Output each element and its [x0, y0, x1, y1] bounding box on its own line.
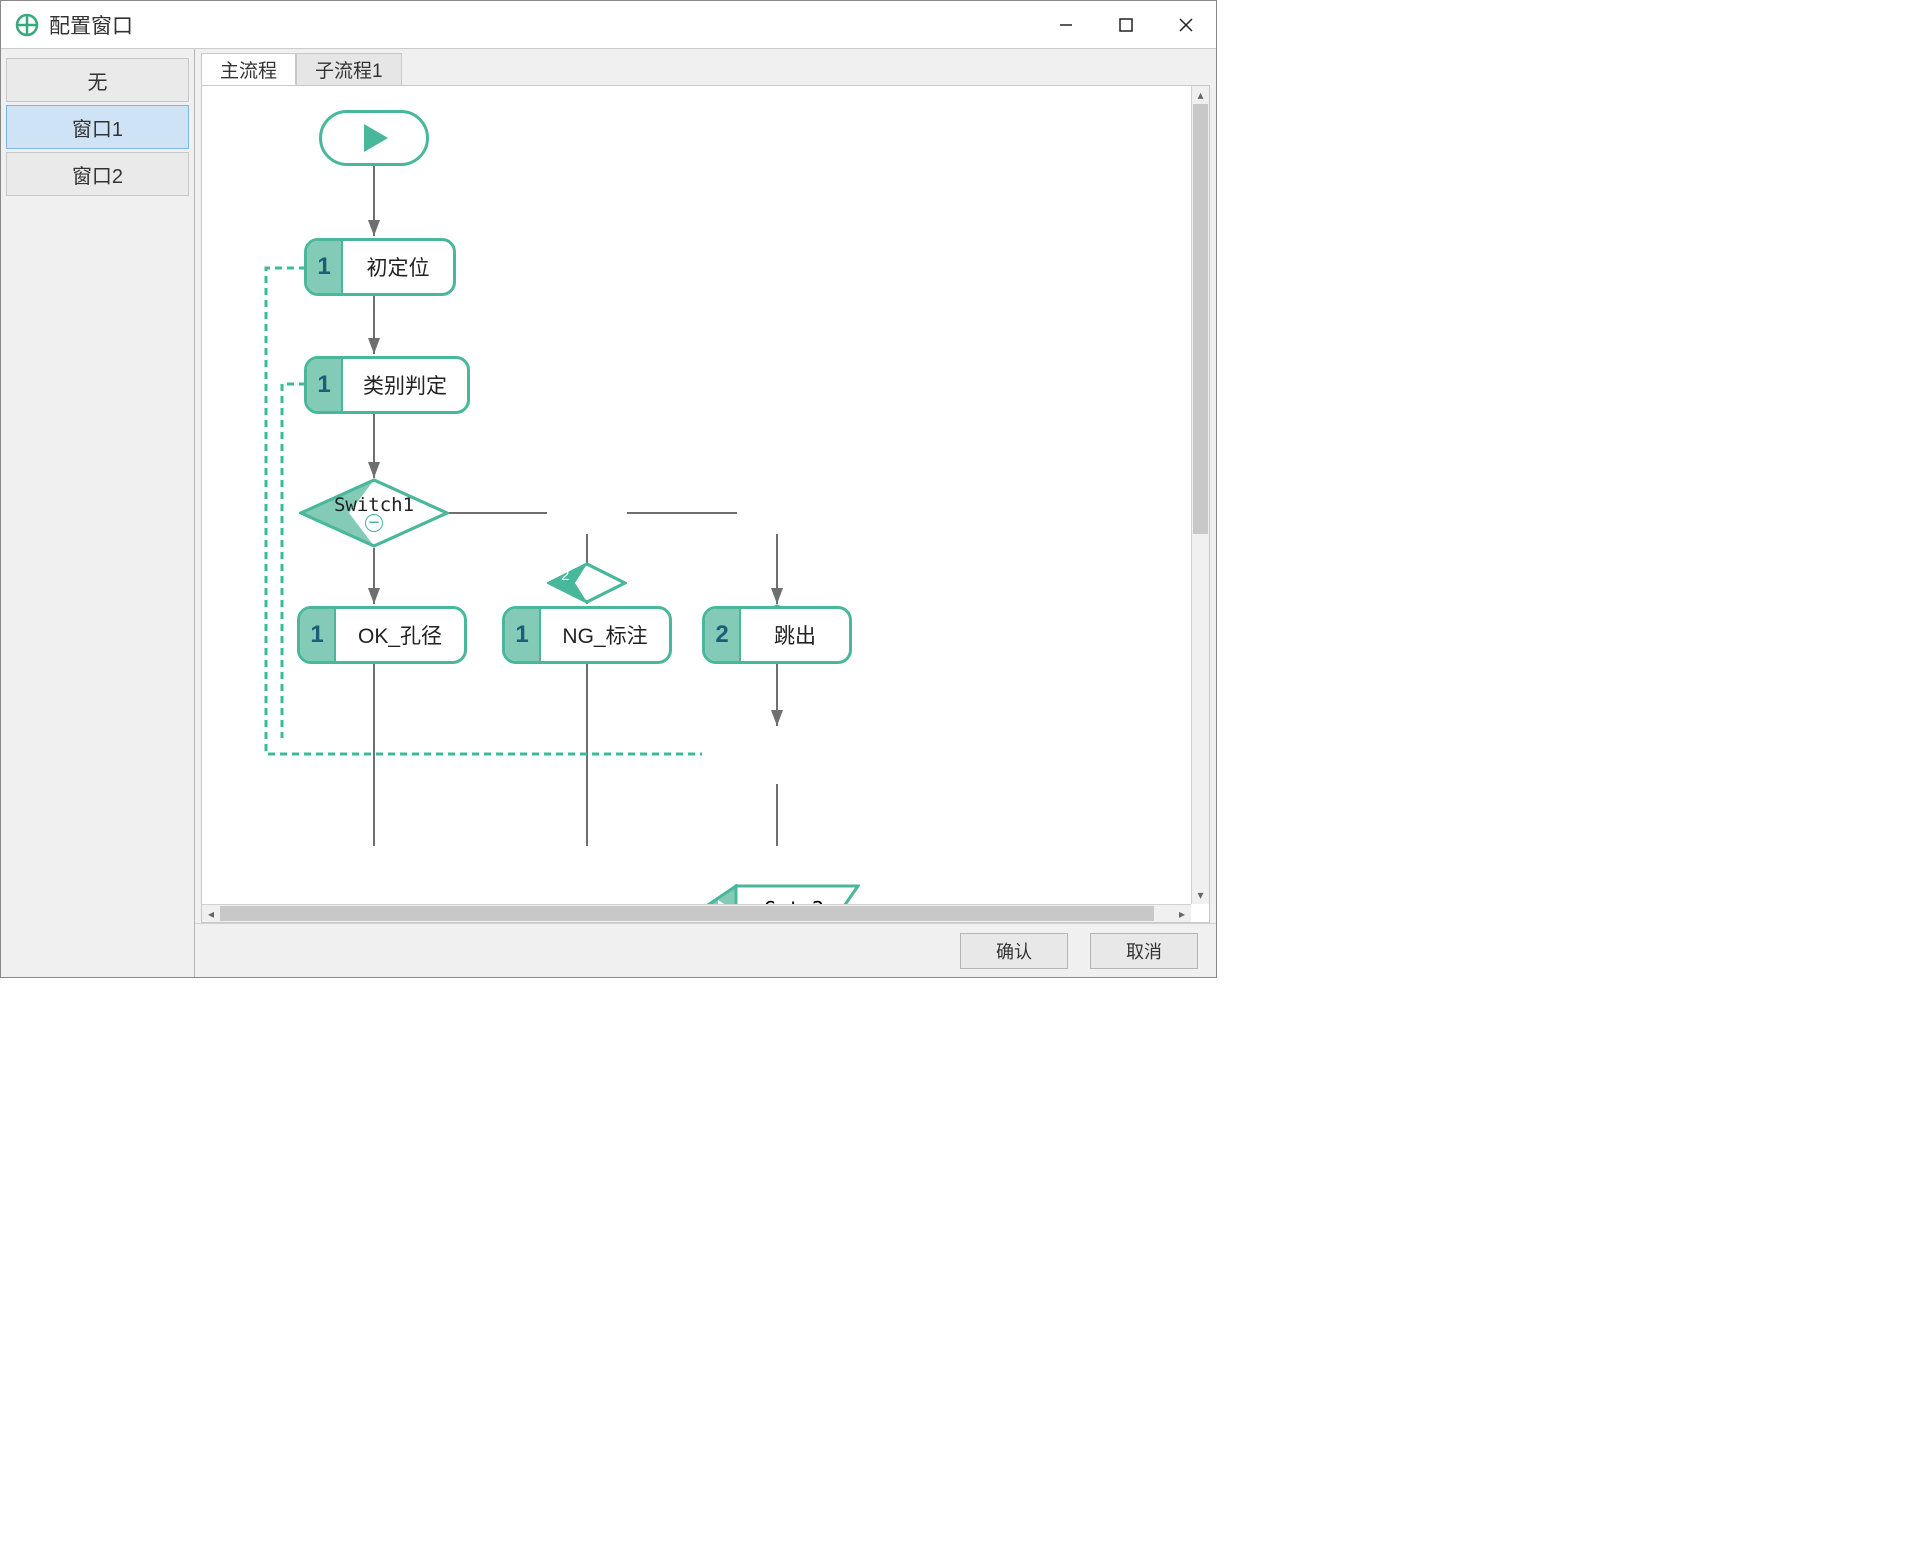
- horizontal-scrollbar[interactable]: ◂ ▸: [202, 904, 1191, 922]
- vertical-scrollbar[interactable]: ▴ ▾: [1191, 86, 1209, 904]
- node-label: NG_标注: [541, 609, 669, 661]
- vscroll-thumb[interactable]: [1193, 104, 1208, 534]
- ok-button[interactable]: 确认: [960, 933, 1068, 969]
- sidebar-item-window2[interactable]: 窗口2: [6, 152, 189, 196]
- branch-number: 2: [561, 567, 569, 584]
- hscroll-thumb[interactable]: [220, 906, 1154, 921]
- sidebar-item-none[interactable]: 无: [6, 58, 189, 102]
- tabs: 主流程 子流程1: [195, 49, 1216, 85]
- maximize-button[interactable]: [1096, 1, 1156, 49]
- play-icon: [364, 124, 388, 152]
- node-label: 类别判定: [343, 359, 467, 411]
- close-button[interactable]: [1156, 1, 1216, 49]
- node-label: 跳出: [741, 609, 849, 661]
- start-node[interactable]: [319, 110, 429, 166]
- node-badge: 1: [307, 359, 343, 411]
- collapse-icon[interactable]: −: [365, 514, 383, 532]
- sidebar: 无 窗口1 窗口2: [1, 49, 195, 977]
- config-window: 配置窗口 无 窗口1 窗口2 主流程 子流程1: [0, 0, 1217, 978]
- node-class-judge[interactable]: 1 类别判定: [304, 356, 470, 414]
- scroll-down-icon[interactable]: ▾: [1192, 886, 1209, 904]
- node-ng-mark[interactable]: 1 NG_标注: [502, 606, 672, 664]
- window-title: 配置窗口: [49, 10, 133, 40]
- node-badge: 2: [705, 609, 741, 661]
- node-switch1[interactable]: Switch1 −: [299, 478, 449, 548]
- node-badge: 1: [307, 241, 343, 293]
- titlebar: 配置窗口: [1, 1, 1216, 49]
- node-jump-out[interactable]: 2 跳出: [702, 606, 852, 664]
- node-ok-hole[interactable]: 1 OK_孔径: [297, 606, 467, 664]
- footer: 确认 取消: [195, 923, 1216, 977]
- scroll-left-icon[interactable]: ◂: [202, 905, 220, 923]
- minimize-button[interactable]: [1036, 1, 1096, 49]
- node-badge: 1: [300, 609, 336, 661]
- tab-main-flow[interactable]: 主流程: [201, 53, 296, 85]
- node-branch-2[interactable]: 2: [547, 562, 627, 604]
- canvas-wrap: 1 初定位 1 类别判定: [201, 85, 1210, 923]
- node-init-position[interactable]: 1 初定位: [304, 238, 456, 296]
- scroll-up-icon[interactable]: ▴: [1192, 86, 1209, 104]
- node-badge: 1: [505, 609, 541, 661]
- tab-sub-flow-1[interactable]: 子流程1: [296, 53, 402, 85]
- sidebar-item-window1[interactable]: 窗口1: [6, 105, 189, 149]
- app-icon: [15, 13, 39, 37]
- flowchart-canvas[interactable]: 1 初定位 1 类别判定: [202, 86, 1209, 922]
- cancel-button[interactable]: 取消: [1090, 933, 1198, 969]
- node-label: 初定位: [343, 241, 453, 293]
- scroll-right-icon[interactable]: ▸: [1173, 905, 1191, 923]
- node-label: OK_孔径: [336, 609, 464, 661]
